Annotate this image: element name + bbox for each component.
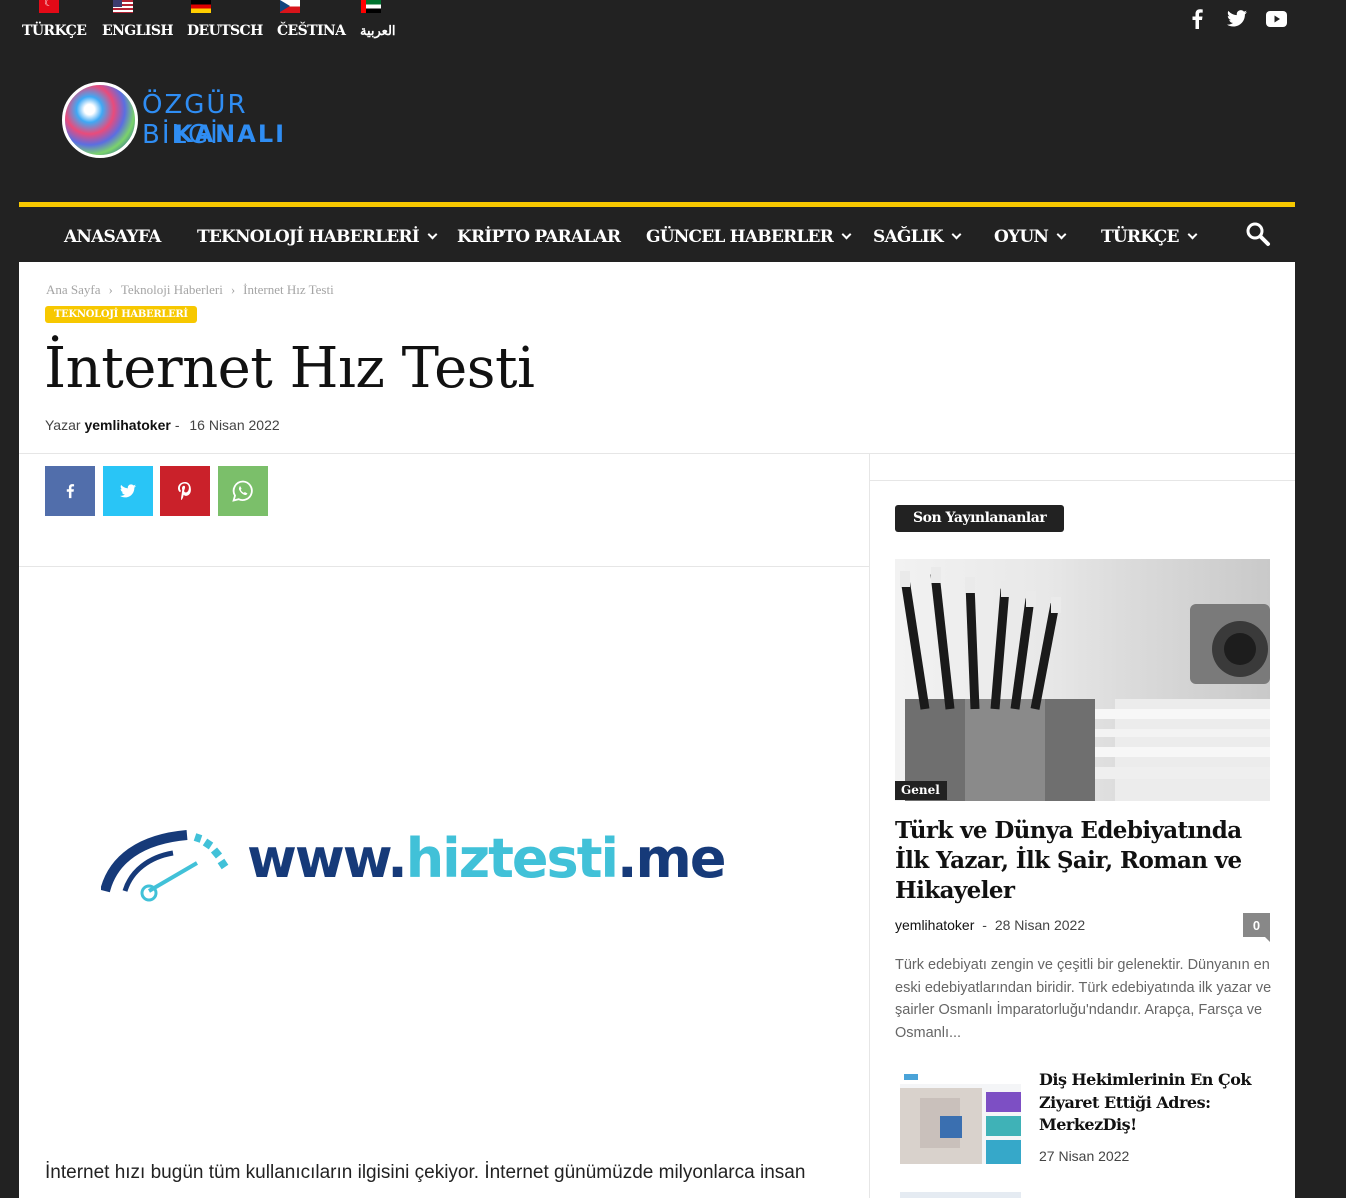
language-turkce[interactable]: TÜRKÇE: [22, 0, 87, 39]
top-bar: TÜRKÇE ENGLISH DEUTSCH ČEŠTINA العربية: [0, 0, 1346, 50]
nav-item-saglik[interactable]: SAĞLIK: [873, 227, 962, 247]
us-flag-icon: [113, 0, 134, 13]
nav-item-anasayfa[interactable]: ANASAYFA: [64, 227, 161, 247]
whatsapp-icon: [232, 480, 253, 502]
chevron-down-icon: [951, 229, 962, 240]
youtube-icon[interactable]: [1266, 11, 1287, 27]
author-link[interactable]: yemlihatoker: [895, 917, 974, 933]
featured-post-date: 28 Nisan 2022: [994, 917, 1086, 933]
page-title: İnternet Hız Testi: [44, 336, 535, 401]
second-post-date: 27 Nisan 2022: [1039, 1148, 1130, 1164]
content-panel: Ana Sayfa › Teknoloji Haberleri › İnternet H…: [19, 262, 1295, 1198]
sidebar-section-title: Son Yayınlananlar: [895, 505, 1065, 532]
tr-flag-icon: [39, 0, 60, 13]
chevron-down-icon: [1187, 229, 1198, 240]
language-label: DEUTSCH: [187, 23, 263, 39]
nav-item-oyun[interactable]: OYUN: [994, 227, 1067, 247]
language-label: ENGLISH: [102, 23, 174, 39]
divider: [870, 480, 1295, 481]
meta-separator: -: [982, 917, 987, 933]
hero-url-prefix: www.: [247, 827, 408, 890]
site-logo[interactable]: ÖZGÜR BİLGİ KANALI: [62, 80, 322, 160]
twitter-icon[interactable]: [1227, 10, 1247, 27]
language-deutsch[interactable]: DEUTSCH: [187, 0, 263, 39]
facebook-icon: [66, 484, 75, 499]
nav-label: GÜNCEL HABERLER: [646, 227, 834, 247]
nav-label: KRİPTO PARALAR: [457, 227, 621, 247]
share-pinterest-button[interactable]: [160, 466, 210, 516]
chevron-down-icon: [841, 229, 852, 240]
pencils-photo-icon: [900, 567, 1270, 801]
featured-post-excerpt: Türk edebiyatı zengin ve çeşitli bir gel…: [895, 957, 1272, 1041]
facebook-icon[interactable]: [1190, 9, 1204, 29]
language-label: ČEŠTINA: [277, 23, 346, 39]
nav-item-teknoloji[interactable]: TEKNOLOJİ HABERLERİ: [197, 227, 438, 247]
article-hero-image: www.hiztesti.me: [19, 567, 869, 1157]
breadcrumb-separator: ›: [230, 282, 236, 297]
nav-item-kripto[interactable]: KRİPTO PARALAR: [457, 227, 621, 247]
hero-url-domain: hiztesti: [405, 827, 619, 890]
nav-label: ANASAYFA: [64, 227, 161, 247]
breadcrumb: Ana Sayfa › Teknoloji Haberleri › İnternet H…: [46, 282, 334, 298]
article-meta: Yazar yemlihatoker - 16 Nisan 2022: [45, 417, 280, 433]
breadcrumb-separator: ›: [108, 282, 113, 297]
cz-flag-icon: [280, 0, 301, 13]
breadcrumb-current: İnternet Hız Testi: [243, 282, 334, 297]
de-flag-icon: [191, 0, 212, 13]
ae-flag-icon: [360, 0, 381, 13]
nav-label: SAĞLIK: [873, 227, 944, 247]
article-date: 16 Nisan 2022: [189, 417, 280, 433]
second-post-title[interactable]: Diş Hekimlerinin En Çok Ziyaret Ettiği A…: [1039, 1069, 1279, 1137]
third-post-thumbnail[interactable]: [900, 1192, 1021, 1198]
nav-item-turkce[interactable]: TÜRKÇE: [1101, 227, 1198, 247]
nav-label: OYUN: [994, 227, 1049, 247]
column-divider: [869, 453, 870, 1198]
author-link[interactable]: yemlihatoker: [84, 417, 170, 433]
breadcrumb-home[interactable]: Ana Sayfa: [46, 282, 101, 297]
language-label: TÜRKÇE: [22, 23, 87, 39]
logo-text-line2: KANALI: [174, 120, 287, 148]
language-arabic[interactable]: العربية: [360, 0, 396, 39]
speedometer-logo-icon: [101, 830, 229, 902]
comment-count-badge[interactable]: 0: [1243, 913, 1270, 942]
category-badge[interactable]: TEKNOLOJİ HABERLERİ: [45, 306, 197, 323]
divider: [19, 453, 1295, 454]
share-twitter-button[interactable]: [103, 466, 153, 516]
language-cestina[interactable]: ČEŠTINA: [277, 0, 346, 39]
chevron-down-icon: [427, 229, 438, 240]
language-label: العربية: [360, 24, 396, 39]
article-lead-paragraph: İnternet hızı bugün tüm kullanıcıların i…: [45, 1162, 806, 1183]
meta-separator: -: [174, 417, 180, 433]
second-post-thumbnail[interactable]: [900, 1070, 1021, 1164]
share-whatsapp-button[interactable]: [218, 466, 268, 516]
featured-post-image[interactable]: [895, 559, 1270, 801]
hero-url-tld: .me: [617, 827, 726, 890]
featured-post-category[interactable]: Genel: [895, 781, 947, 800]
dental-website-screenshot-icon: [900, 1070, 1021, 1164]
featured-post-title[interactable]: Türk ve Dünya Edebiyatında İlk Yazar, İl…: [895, 816, 1275, 906]
search-icon[interactable]: [1245, 221, 1271, 247]
pinterest-icon: [178, 482, 191, 500]
nav-label: TÜRKÇE: [1101, 227, 1179, 247]
main-nav: ANASAYFA TEKNOLOJİ HABERLERİ KRİPTO PARA…: [19, 202, 1295, 262]
share-facebook-button[interactable]: [45, 466, 95, 516]
featured-post-meta: yemlihatoker - 28 Nisan 2022: [895, 917, 1085, 933]
hero-url-text: www.hiztesti.me: [247, 827, 726, 890]
globe-logo-icon: [62, 82, 138, 158]
chevron-down-icon: [1056, 229, 1067, 240]
nav-label: TEKNOLOJİ HABERLERİ: [197, 227, 420, 247]
breadcrumb-category[interactable]: Teknoloji Haberleri: [121, 282, 223, 297]
twitter-icon: [120, 484, 136, 498]
nav-item-guncel[interactable]: GÜNCEL HABERLER: [646, 227, 852, 247]
author-prefix: Yazar: [45, 417, 81, 433]
language-english[interactable]: ENGLISH: [102, 0, 174, 39]
